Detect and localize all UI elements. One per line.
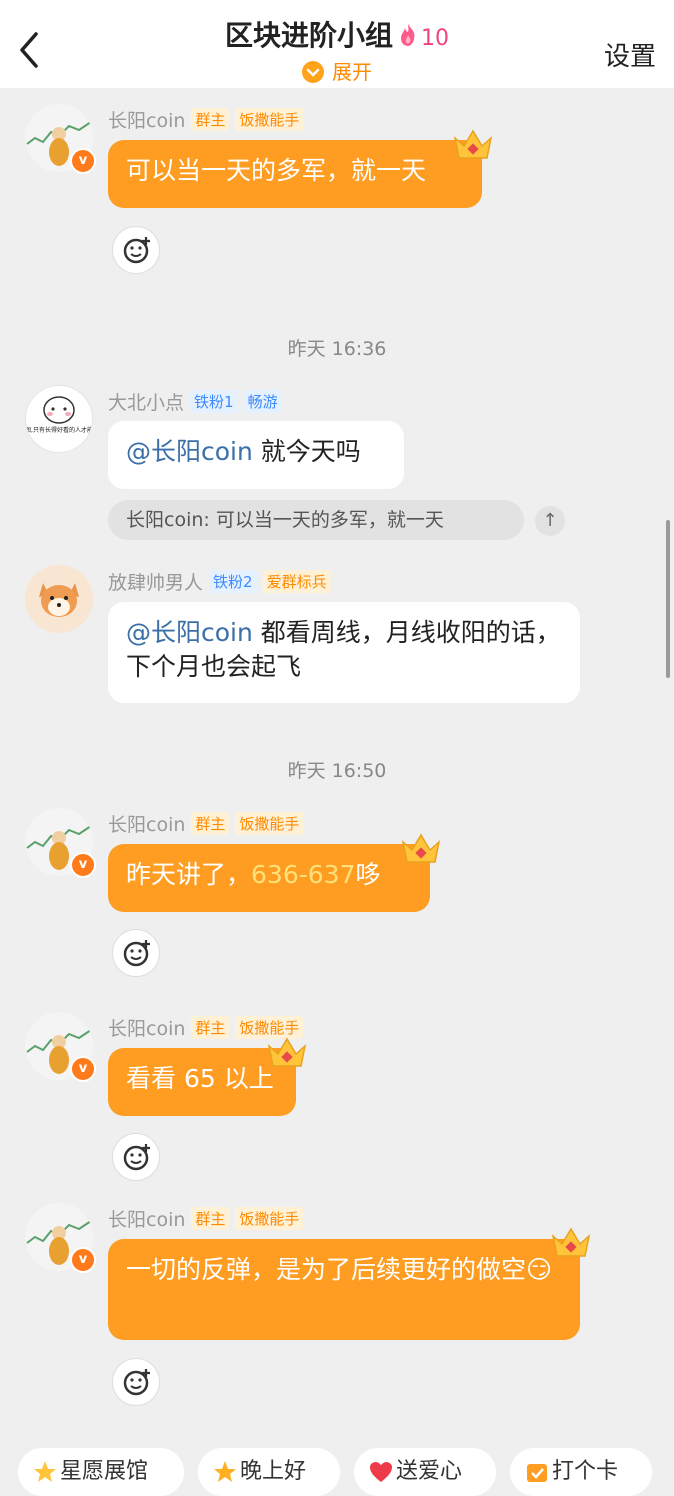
top-bar: 区块进阶小组 10 展开 设置 xyxy=(0,0,674,88)
quick-chip[interactable]: 晚上好 xyxy=(198,1448,340,1496)
add-reaction-button[interactable] xyxy=(112,929,160,977)
quick-chip[interactable]: 打个卡 xyxy=(510,1448,652,1496)
crown-icon xyxy=(453,129,493,159)
message-text: 哆 xyxy=(355,860,381,889)
message-bubble[interactable]: @长阳coin 都看周线，月线收阳的话，下个月也会起飞 xyxy=(108,602,580,703)
title-tag: 饭撒能手 xyxy=(235,812,304,835)
expand-label: 展开 xyxy=(332,60,372,84)
sender-name[interactable]: 放肆帅男人 xyxy=(108,572,203,594)
message-text: 看看 65 以上 xyxy=(126,1064,274,1093)
smiley-plus-icon xyxy=(123,237,150,264)
price-highlight: 636-637 xyxy=(251,860,356,889)
flame-icon xyxy=(399,21,417,54)
message-text: 可以当一天的多军，就一天 xyxy=(126,156,427,185)
title-tag: 爱群标兵 xyxy=(262,570,331,593)
verified-badge-icon: v xyxy=(70,1247,96,1273)
quick-chip[interactable]: 星愿展馆 xyxy=(18,1448,184,1496)
smiley-plus-icon xyxy=(123,1144,150,1171)
sender-row: 放肆帅男人 铁粉2 爱群标兵 xyxy=(108,568,331,595)
verified-badge-icon: v xyxy=(70,852,96,878)
sender-row: 长阳coin 群主 饭撒能手 xyxy=(108,106,304,133)
sender-name[interactable]: 长阳coin xyxy=(108,1209,185,1231)
quick-chip-label: 送爱心 xyxy=(396,1459,463,1484)
sender-name[interactable]: 长阳coin xyxy=(108,814,185,836)
quick-chip-bar: 星愿展馆 晚上好 送爱心 打个卡 xyxy=(18,1448,674,1496)
smiley-plus-icon xyxy=(123,1369,150,1396)
quoted-reply[interactable]: 长阳coin: 可以当一天的多军，就一天 xyxy=(108,500,524,540)
timestamp: 昨天 16:36 xyxy=(287,338,387,360)
owner-tag: 群主 xyxy=(191,108,230,131)
timestamp: 昨天 16:50 xyxy=(287,760,387,782)
smiley-plus-icon xyxy=(123,940,150,967)
sender-row: 大北小点 铁粉1 畅游 xyxy=(108,388,282,415)
title-tag: 饭撒能手 xyxy=(235,1207,304,1230)
quick-chip-label: 星愿展馆 xyxy=(60,1459,149,1484)
message-bubble[interactable]: 可以当一天的多军，就一天 xyxy=(108,140,482,208)
message-text: 一切的反弹，是为了后续更好的做空😏 xyxy=(126,1255,553,1284)
avatar[interactable] xyxy=(25,565,93,633)
quick-chip[interactable]: 送爱心 xyxy=(354,1448,496,1496)
scrollbar[interactable] xyxy=(666,520,670,678)
star-icon xyxy=(34,1461,56,1482)
add-reaction-button[interactable] xyxy=(112,226,160,274)
checkin-icon xyxy=(527,1464,547,1482)
message-bubble[interactable]: 一切的反弹，是为了后续更好的做空😏 xyxy=(108,1239,580,1340)
message-bubble[interactable]: 昨天讲了，636-637哆 xyxy=(108,844,430,912)
quick-chip-label: 打个卡 xyxy=(552,1459,619,1484)
fan-level-tag: 铁粉2 xyxy=(209,570,257,593)
settings-button[interactable]: 设置 xyxy=(604,36,656,73)
mention-link[interactable]: @长阳coin xyxy=(126,437,253,466)
member-count: 10 xyxy=(421,26,449,51)
add-reaction-button[interactable] xyxy=(112,1133,160,1181)
avatar-caption: 这张图,只有长得好看的人才能看见 xyxy=(26,426,92,434)
owner-tag: 群主 xyxy=(191,1207,230,1230)
owner-tag: 群主 xyxy=(191,1016,230,1039)
sender-row: 长阳coin 群主 饭撒能手 xyxy=(108,1205,304,1232)
sender-name[interactable]: 长阳coin xyxy=(108,1018,185,1040)
crown-icon xyxy=(267,1037,307,1067)
group-title-row: 区块进阶小组 10 xyxy=(0,14,674,54)
message-text: 昨天讲了， xyxy=(126,860,252,889)
sender-row: 长阳coin 群主 饭撒能手 xyxy=(108,810,304,837)
title-tag: 畅游 xyxy=(243,390,282,413)
expand-button[interactable]: 展开 xyxy=(0,56,674,85)
sender-name[interactable]: 长阳coin xyxy=(108,110,185,132)
mention-link[interactable]: @长阳coin xyxy=(126,618,253,647)
quick-chip-label: 晚上好 xyxy=(240,1459,307,1484)
avatar[interactable]: 这张图,只有长得好看的人才能看见 xyxy=(25,385,93,453)
verified-badge-icon: v xyxy=(70,148,96,174)
crown-icon xyxy=(551,1227,591,1257)
star-face-icon xyxy=(214,1461,236,1482)
jump-to-quote-icon[interactable]: ↑ xyxy=(535,506,565,536)
title-tag: 饭撒能手 xyxy=(235,108,304,131)
message-bubble[interactable]: @长阳coin 就今天吗 xyxy=(108,421,404,489)
verified-badge-icon: v xyxy=(70,1056,96,1082)
heart-icon xyxy=(370,1462,392,1482)
sender-name[interactable]: 大北小点 xyxy=(108,392,184,414)
owner-tag: 群主 xyxy=(191,812,230,835)
message-text: 就今天吗 xyxy=(252,437,361,466)
crown-icon xyxy=(401,833,441,863)
add-reaction-button[interactable] xyxy=(112,1358,160,1406)
fan-level-tag: 铁粉1 xyxy=(190,390,238,413)
chevron-down-icon xyxy=(302,60,324,83)
group-title: 区块进阶小组 xyxy=(224,19,393,52)
